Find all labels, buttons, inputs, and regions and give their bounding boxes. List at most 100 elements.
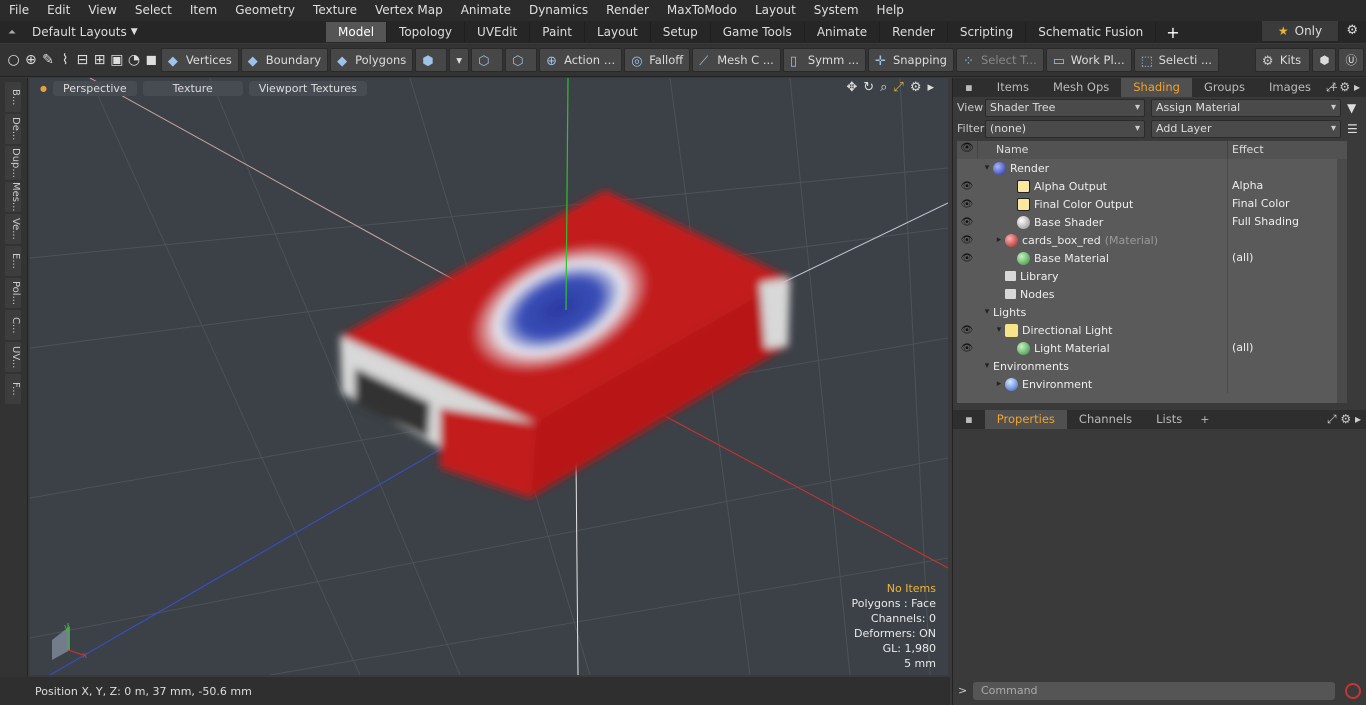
lower-tab-properties[interactable]: Properties <box>984 410 1067 429</box>
tree-row-environment[interactable]: ▸ Environment <box>957 375 1347 393</box>
menu-item-view[interactable]: View <box>79 0 125 21</box>
left-tab-7[interactable]: C... <box>5 310 21 340</box>
command-input[interactable]: Command <box>973 682 1335 700</box>
eye-icon[interactable]: 👁 <box>957 217 977 228</box>
panel-tab-items[interactable]: Items <box>985 78 1041 97</box>
boundary-button[interactable]: ◆ Boundary <box>240 48 329 72</box>
select-through-button[interactable]: ⁘ Select T... <box>955 48 1044 72</box>
menu-item-edit[interactable]: Edit <box>38 0 79 21</box>
tree-scrollbar[interactable] <box>1337 159 1347 403</box>
symmetry-button[interactable]: ▯ Symm ... <box>782 48 866 72</box>
globe-icon[interactable]: ⊕ <box>23 48 38 72</box>
menu-item-item[interactable]: Item <box>181 0 226 21</box>
menu-item-layout[interactable]: Layout <box>746 0 805 21</box>
eye-icon[interactable]: 👁 <box>957 235 977 246</box>
eye-icon[interactable]: 👁 <box>957 253 977 264</box>
panel-expand-gear-icon[interactable]: ⤢ ⚙ ▸ <box>1326 80 1360 95</box>
viewport-tab-textures[interactable]: Viewport Textures <box>248 80 367 96</box>
effect-dropdown[interactable]: Alpha <box>1227 177 1347 195</box>
tree-row-lights[interactable]: ▾ Lights <box>957 303 1347 321</box>
tree-row-render[interactable]: ▾ Render <box>957 159 1347 177</box>
view-dropdown[interactable]: Shader Tree <box>985 98 1145 117</box>
left-tab-1[interactable]: De... <box>5 114 21 144</box>
menu-item-maxtomodo[interactable]: MaxToModo <box>658 0 746 21</box>
unreal-button[interactable]: Ⓤ <box>1338 48 1364 72</box>
material-button[interactable]: ⬡ <box>471 48 504 72</box>
unity-button[interactable]: ⬢ <box>1312 48 1337 72</box>
lower-add-tab-button[interactable]: + <box>1194 413 1215 426</box>
tree-row-base-material[interactable]: 👁 Base Material (all) <box>957 249 1347 267</box>
assign-material-dropdown[interactable]: Assign Material <box>1151 98 1341 117</box>
panel-tab-groups[interactable]: Groups <box>1192 78 1257 97</box>
dial-icon[interactable]: ◔ <box>126 48 141 72</box>
expand-arrow-icon[interactable]: ▾ <box>981 307 993 317</box>
left-tab-0[interactable]: B... <box>5 82 21 112</box>
falloff-button[interactable]: ◎ Falloff <box>624 48 691 72</box>
menu-item-texture[interactable]: Texture <box>304 0 366 21</box>
gear-icon[interactable]: ⚙ <box>910 80 922 95</box>
rotate-icon[interactable]: ↻ <box>863 80 874 95</box>
eye-icon[interactable]: 👁 <box>957 199 977 210</box>
tree-row-base-shader[interactable]: 👁 Base Shader Full Shading <box>957 213 1347 231</box>
only-toggle[interactable]: ★ Only <box>1262 21 1338 41</box>
brush-icon[interactable]: ⌇ <box>58 48 73 72</box>
tab-game-tools[interactable]: Game Tools <box>711 22 805 42</box>
add-tab-button[interactable]: + <box>1156 23 1189 42</box>
kits-button[interactable]: ⚙ Kits <box>1254 48 1311 72</box>
expand-arrow-icon[interactable]: ▸ <box>993 235 1005 245</box>
left-tab-6[interactable]: Pol... <box>5 278 21 308</box>
tree-row-cards-box-red[interactable]: 👁 ▸ cards_box_red (Material) <box>957 231 1347 249</box>
effect-dropdown[interactable]: Final Color <box>1227 195 1347 213</box>
3d-viewport[interactable]: y x ● Perspective Texture Viewport Textu… <box>30 78 948 675</box>
column-effect[interactable]: Effect <box>1227 141 1347 159</box>
gear-icon[interactable]: ⚙ <box>1346 23 1358 38</box>
lower-tab-lists[interactable]: Lists <box>1144 410 1194 429</box>
left-tab-5[interactable]: E... <box>5 246 21 276</box>
menu-item-dynamics[interactable]: Dynamics <box>520 0 597 21</box>
expand-arrow-icon[interactable]: ▾ <box>993 325 1005 335</box>
menu-item-file[interactable]: File <box>0 0 38 21</box>
selection-button[interactable]: ⬚ Selecti ... <box>1133 48 1219 72</box>
tab-paint[interactable]: Paint <box>530 22 585 42</box>
expand-arrow-icon[interactable]: ▸ <box>993 379 1005 389</box>
polygons-button[interactable]: ◆ Polygons <box>330 48 414 72</box>
tree-row-final-color-output[interactable]: 👁 Final Color Output Final Color <box>957 195 1347 213</box>
panel-menu-icon[interactable]: ▪ <box>953 78 985 97</box>
viewport-tab-perspective[interactable]: Perspective <box>52 80 137 96</box>
tab-layout[interactable]: Layout <box>585 22 651 42</box>
material2-button[interactable]: ⬡ <box>505 48 538 72</box>
menu-item-help[interactable]: Help <box>868 0 913 21</box>
play-arrow-icon[interactable]: ▸ <box>927 80 934 95</box>
tab-render[interactable]: Render <box>880 22 948 42</box>
lower-tab-channels[interactable]: Channels <box>1067 410 1144 429</box>
left-tab-2[interactable]: Dup... <box>5 146 21 180</box>
tab-uvedit[interactable]: UVEdit <box>465 22 531 42</box>
tab-setup[interactable]: Setup <box>651 22 711 42</box>
tab-topology[interactable]: Topology <box>387 22 466 42</box>
left-tab-9[interactable]: F... <box>5 374 21 404</box>
card-box-object[interactable] <box>340 190 790 498</box>
tree-row-environments[interactable]: ▾ Environments <box>957 357 1347 375</box>
tree-row-directional-light[interactable]: 👁 ▾ Directional Light <box>957 321 1347 339</box>
eye-icon[interactable]: 👁 <box>957 181 977 192</box>
record-icon[interactable] <box>1345 683 1361 699</box>
tree-row-nodes[interactable]: Nodes <box>957 285 1347 303</box>
move-icon[interactable]: ✥ <box>846 80 857 95</box>
expand-arrow-icon[interactable]: ▾ <box>981 163 993 173</box>
filter-dropdown[interactable]: (none) <box>985 119 1145 138</box>
layouts-dropdown[interactable]: ⏶ Default Layouts ▼ <box>0 25 140 39</box>
pen-icon[interactable]: ✎ <box>40 48 55 72</box>
effect-dropdown[interactable]: (all) <box>1227 339 1347 357</box>
eye-icon[interactable]: 👁 <box>957 343 977 354</box>
mode-dropdown[interactable]: ▾ <box>449 48 470 72</box>
menu-item-select[interactable]: Select <box>126 0 181 21</box>
work-plane-button[interactable]: ▭ Work Pl... <box>1045 48 1132 72</box>
add-layer-dropdown[interactable]: Add Layer <box>1151 119 1341 138</box>
eye-icon[interactable]: 👁 <box>957 325 977 336</box>
left-tab-8[interactable]: UV... <box>5 342 21 372</box>
item-mode-button[interactable]: ⬢ <box>415 48 448 72</box>
vertices-button[interactable]: ◆ Vertices <box>160 48 239 72</box>
align-icon[interactable]: ⊟ <box>75 48 90 72</box>
menu-item-animate[interactable]: Animate <box>452 0 520 21</box>
tab-animate[interactable]: Animate <box>805 22 881 42</box>
